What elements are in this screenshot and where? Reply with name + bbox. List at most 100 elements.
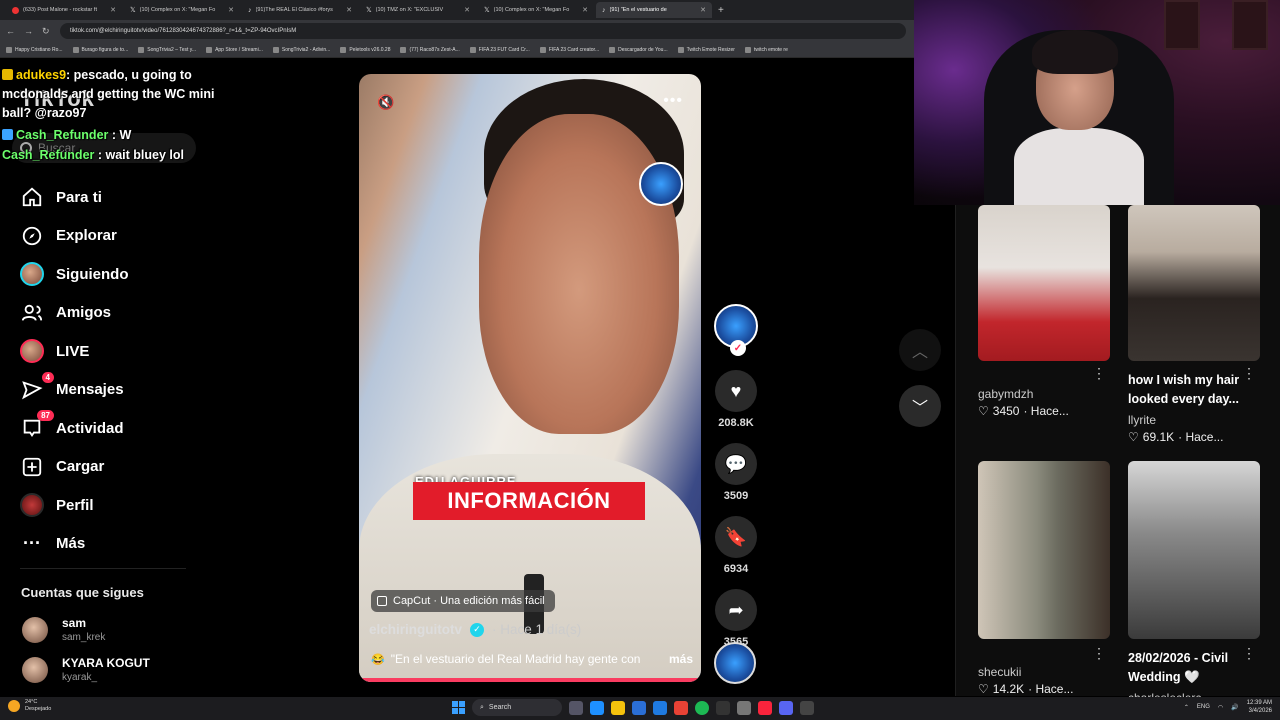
recommended-video-card[interactable]: ⋮ how I wish my hair looked every day...… bbox=[1128, 205, 1260, 444]
edge-icon[interactable] bbox=[590, 700, 604, 715]
save-button[interactable]: 🔖 bbox=[715, 516, 757, 558]
close-icon[interactable]: ✕ bbox=[228, 6, 234, 14]
chrome-icon[interactable] bbox=[674, 700, 688, 715]
follow-check-icon[interactable]: ✓ bbox=[730, 340, 746, 356]
creator-avatar[interactable]: ✓ bbox=[714, 304, 758, 356]
bookmark[interactable]: SongTrivia2 – Test y... bbox=[138, 46, 196, 53]
browser-tab[interactable]: 𝕏 (10) TMZ on X: "EXCLUSIV ✕ bbox=[360, 2, 476, 18]
language-indicator[interactable]: ENG bbox=[1197, 704, 1210, 710]
taskbar-search[interactable]: ⌕ Search bbox=[472, 699, 562, 716]
task-view-icon[interactable] bbox=[569, 700, 583, 715]
app-icon[interactable] bbox=[800, 700, 814, 715]
volume-icon[interactable]: 🔊 bbox=[1231, 704, 1238, 711]
card-username[interactable]: gabymdzh bbox=[978, 387, 1110, 401]
sidebar-item-explorar[interactable]: Explorar bbox=[20, 217, 220, 256]
sidebar-item-amigos[interactable]: Amigos bbox=[20, 294, 220, 333]
card-title[interactable]: how I wish my hair looked every day... bbox=[1128, 371, 1260, 409]
following-accounts-title: Cuentas que sigues bbox=[21, 585, 144, 600]
capcut-tag[interactable]: CapCut · Una edición más fácil bbox=[371, 590, 555, 612]
windows-start-icon[interactable] bbox=[452, 701, 465, 714]
bookmark[interactable]: FIFA 23 Card creator... bbox=[539, 46, 599, 53]
bookmark[interactable]: Descargador de You... bbox=[609, 46, 668, 53]
spotify-icon[interactable] bbox=[695, 700, 709, 715]
video-thumbnail[interactable] bbox=[978, 205, 1110, 361]
volume-icon[interactable]: 🔇 bbox=[377, 94, 394, 111]
mail-icon[interactable] bbox=[653, 700, 667, 715]
browser-tab[interactable]: 𝕏 (10) Complex on X: "Megan Fo ✕ bbox=[124, 2, 240, 18]
bookmarks-bar: Happy Cristiano Ro... Burago figura de t… bbox=[0, 42, 914, 58]
bookmark[interactable]: FIFA 23 FUT Card Cr... bbox=[469, 46, 530, 53]
share-button[interactable]: ➦ bbox=[715, 589, 757, 631]
more-options-icon[interactable]: ⋮ bbox=[1242, 365, 1256, 382]
card-title[interactable]: 28/02/2026 - Civil Wedding 🤍 bbox=[1128, 649, 1260, 687]
video-thumbnail[interactable] bbox=[1128, 461, 1260, 639]
more-options-icon[interactable]: ⋮ bbox=[1092, 645, 1106, 662]
bookmark[interactable]: Peletools v26.0.28 bbox=[340, 46, 390, 53]
sidebar-item-para-ti[interactable]: Para ti bbox=[20, 178, 220, 217]
sidebar-item-mensajes[interactable]: 4 Mensajes bbox=[20, 371, 220, 410]
like-button[interactable]: ♥ bbox=[715, 370, 757, 412]
recommended-video-card[interactable]: ⋮ 28/02/2026 - Civil Wedding 🤍 charlesle… bbox=[1128, 461, 1260, 705]
followed-account[interactable]: sam sam_krek bbox=[22, 616, 105, 643]
bookmark[interactable]: SongTrivia2 - Adivin... bbox=[272, 46, 330, 53]
file-explorer-icon[interactable] bbox=[611, 700, 625, 715]
clock[interactable]: 12:39 AM 3/4/2026 bbox=[1247, 699, 1272, 715]
bookmark[interactable]: App Store / Streami... bbox=[206, 46, 263, 53]
new-tab-button[interactable]: + bbox=[718, 5, 724, 16]
recommended-video-card[interactable]: ⋮ gabymdzh ♡ 3450 · Hace... bbox=[978, 205, 1110, 418]
card-username[interactable]: shecukii bbox=[978, 665, 1110, 679]
more-options-icon[interactable]: ⋮ bbox=[1092, 365, 1106, 382]
bookmark[interactable]: Twitch Emote Resizer bbox=[677, 46, 735, 53]
weather-widget[interactable]: 24°C Despejado bbox=[8, 699, 51, 713]
browser-tab[interactable]: 𝕏 (10) Complex on X: "Megan Fo ✕ bbox=[478, 2, 594, 18]
comment-button[interactable]: 💬 bbox=[715, 443, 757, 485]
author-name[interactable]: elchiringuitotv bbox=[369, 622, 462, 637]
recommended-video-card[interactable]: ⋮ shecukii ♡ 14.2K · Hace... bbox=[978, 461, 1110, 696]
browser-tab-active[interactable]: ♪ (91) "En el vestuario de ✕ bbox=[596, 2, 712, 18]
followed-account[interactable]: KYARA KOGUT kyarak_ bbox=[22, 656, 150, 683]
see-more-link[interactable]: más bbox=[669, 652, 693, 666]
store-icon[interactable] bbox=[632, 700, 646, 715]
streamer-hair bbox=[1032, 30, 1118, 74]
forward-icon[interactable]: → bbox=[24, 26, 34, 36]
bookmark[interactable]: twitch emote re bbox=[744, 46, 788, 53]
close-icon[interactable]: ✕ bbox=[582, 6, 588, 14]
bookmark[interactable]: Happy Cristiano Ro... bbox=[6, 46, 63, 53]
browser-tab[interactable]: ♪ (91)The REAL El Clásico #forys ✕ bbox=[242, 2, 358, 18]
card-username[interactable]: llyrite bbox=[1128, 413, 1260, 427]
close-icon[interactable]: ✕ bbox=[346, 6, 352, 14]
video-thumbnail[interactable] bbox=[978, 461, 1110, 639]
more-options-icon[interactable]: ⋮ bbox=[1242, 645, 1256, 662]
close-icon[interactable]: ✕ bbox=[110, 6, 116, 14]
url-bar[interactable]: tiktok.com/@elchiringuitotv/video/761283… bbox=[60, 23, 906, 39]
sidebar-item-live[interactable]: LIVE bbox=[20, 332, 220, 371]
previous-video-button[interactable]: ︿ bbox=[899, 329, 941, 371]
steam-icon[interactable] bbox=[737, 700, 751, 715]
sidebar-item-siguiendo[interactable]: Siguiendo bbox=[20, 255, 220, 294]
music-icon[interactable] bbox=[758, 700, 772, 715]
video-author: elchiringuitotv ✓ · Hace 1 día(s) bbox=[369, 622, 581, 637]
obs-icon[interactable] bbox=[716, 700, 730, 715]
sidebar-item-cargar[interactable]: Cargar bbox=[20, 448, 220, 487]
sidebar-item-perfil[interactable]: Perfil bbox=[20, 486, 220, 525]
more-options-icon[interactable]: ••• bbox=[663, 92, 683, 110]
reload-icon[interactable]: ↻ bbox=[42, 26, 52, 37]
like-action: ♥ 208.8K bbox=[713, 370, 759, 429]
video-thumbnail[interactable] bbox=[1128, 205, 1260, 361]
card-stats: ♡ 3450 · Hace... bbox=[978, 404, 1069, 418]
video-progress-bar[interactable] bbox=[359, 678, 701, 682]
music-disc-avatar[interactable] bbox=[714, 642, 756, 684]
sidebar-item-mas[interactable]: ··· Más bbox=[20, 525, 220, 564]
back-icon[interactable]: ← bbox=[6, 26, 16, 36]
browser-tab[interactable]: (633) Post Malone - rockstar ft ✕ bbox=[6, 2, 122, 18]
wifi-icon[interactable]: ◠ bbox=[1218, 704, 1223, 711]
bookmark[interactable]: (77) Raco87s Zest-A... bbox=[400, 46, 460, 53]
sidebar-item-actividad[interactable]: 87 Actividad bbox=[20, 409, 220, 448]
discord-icon[interactable] bbox=[779, 700, 793, 715]
close-icon[interactable]: ✕ bbox=[700, 6, 706, 14]
bookmark[interactable]: Burago figura de to... bbox=[72, 46, 128, 53]
video-player[interactable]: 🔇 ••• EDU AGUIRRE INFORMACIÓN CapCut · U… bbox=[359, 74, 701, 682]
next-video-button[interactable]: ﹀ bbox=[899, 385, 941, 427]
tray-overflow-icon[interactable]: ⌃ bbox=[1184, 704, 1189, 711]
close-icon[interactable]: ✕ bbox=[464, 6, 470, 14]
